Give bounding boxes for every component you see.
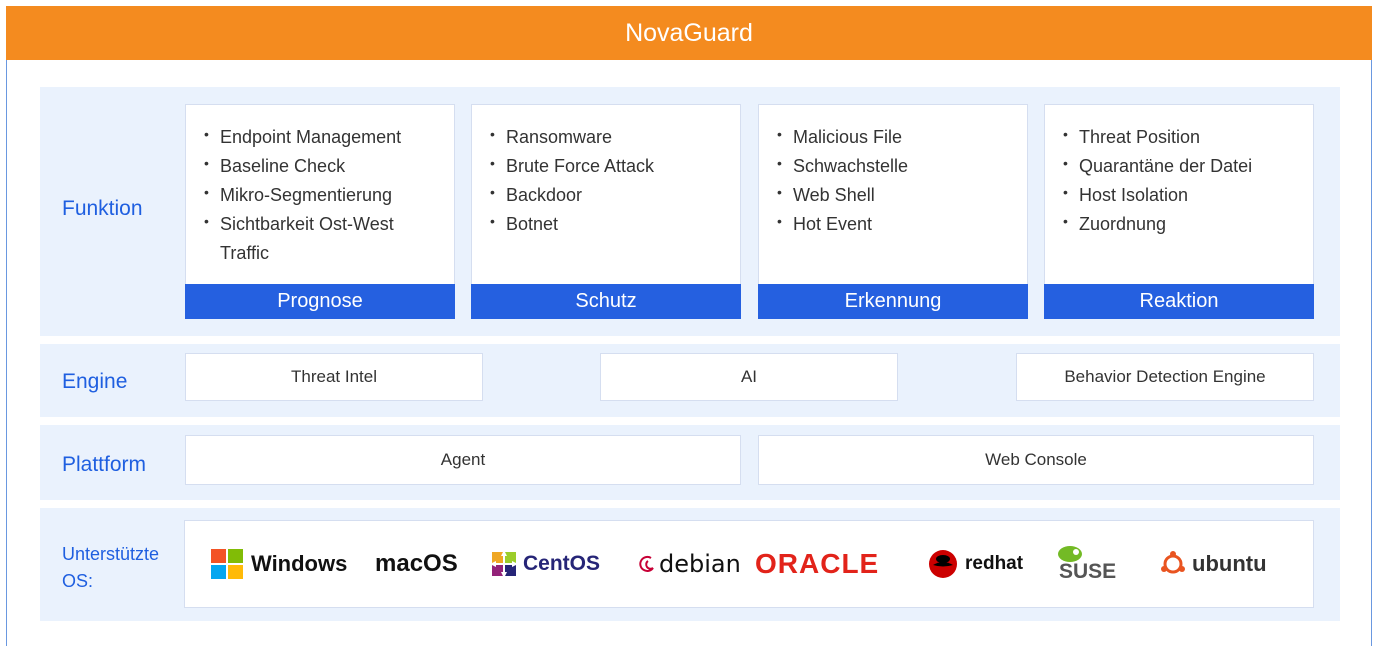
redhat-wordmark: redhat [965, 553, 1024, 574]
debian-logo: debian [637, 521, 741, 607]
ubuntu-circle-of-friends-icon [1161, 551, 1185, 574]
os-label: Unterstützte OS: [62, 544, 160, 591]
function-card-reaktion: Threat Position Quarantäne der Datei Hos… [1044, 104, 1314, 319]
windows-logo: Windows [211, 521, 347, 607]
centos-logo: CentOS [490, 521, 600, 607]
list-item: Backdoor [490, 178, 740, 210]
list-item: Botnet [490, 207, 740, 239]
list-item: Hot Event [777, 207, 1027, 239]
platform-agent: Agent [185, 435, 741, 485]
engine-threat-intel: Threat Intel [185, 353, 483, 401]
card-title: Schutz [471, 284, 741, 319]
function-card-schutz: Ransomware Brute Force Attack Backdoor B… [471, 104, 741, 319]
engine-label: Engine [62, 370, 128, 393]
redhat-logo: redhat [927, 521, 1023, 607]
macos-logo: macOS [375, 550, 458, 577]
suse-chameleon-icon [1058, 546, 1082, 562]
list-item: Malicious File [777, 120, 1027, 152]
plattform-label: Plattform [62, 453, 147, 476]
windows-icon [211, 549, 243, 579]
list-item: Quarantäne der Datei [1063, 149, 1313, 181]
title-banner: NovaGuard [6, 6, 1372, 60]
centos-icon [490, 550, 518, 578]
platform-web-console: Web Console [758, 435, 1314, 485]
card-title: Erkennung [758, 284, 1028, 319]
os-logo-strip: Windows macOS CentOS debian ORACLE redha… [184, 520, 1314, 608]
list-item: Brute Force Attack [490, 149, 740, 181]
ubuntu-logo: ubuntu [1160, 521, 1267, 607]
list-item: Ransomware [490, 120, 740, 152]
card-title: Prognose [185, 284, 455, 319]
list-item: Baseline Check [204, 149, 454, 181]
diagram-title: NovaGuard [625, 18, 753, 47]
suse-logo: SUSE [1057, 521, 1116, 607]
list-item: Zuordnung [1063, 207, 1313, 239]
list-item: Web Shell [777, 178, 1027, 210]
debian-swirl-icon [639, 555, 654, 572]
function-card-erkennung: Malicious File Schwachstelle Web Shell H… [758, 104, 1028, 319]
list-item: Threat Position [1063, 120, 1313, 152]
card-title: Reaktion [1044, 284, 1314, 319]
function-card-prognose: Endpoint Management Baseline Check Mikro… [185, 104, 455, 319]
list-item: Mikro-Segmentierung [204, 178, 454, 210]
list-item: Sichtbarkeit Ost-West Traffic [204, 207, 430, 268]
engine-ai: AI [600, 353, 898, 401]
list-item: Schwachstelle [777, 149, 1027, 181]
engine-behavior-detection: Behavior Detection Engine [1016, 353, 1314, 401]
list-item: Endpoint Management [204, 120, 454, 152]
redhat-shadowman-icon [929, 550, 957, 578]
list-item: Host Isolation [1063, 178, 1313, 210]
oracle-logo: ORACLE [755, 548, 880, 579]
funktion-label: Funktion [62, 197, 143, 220]
